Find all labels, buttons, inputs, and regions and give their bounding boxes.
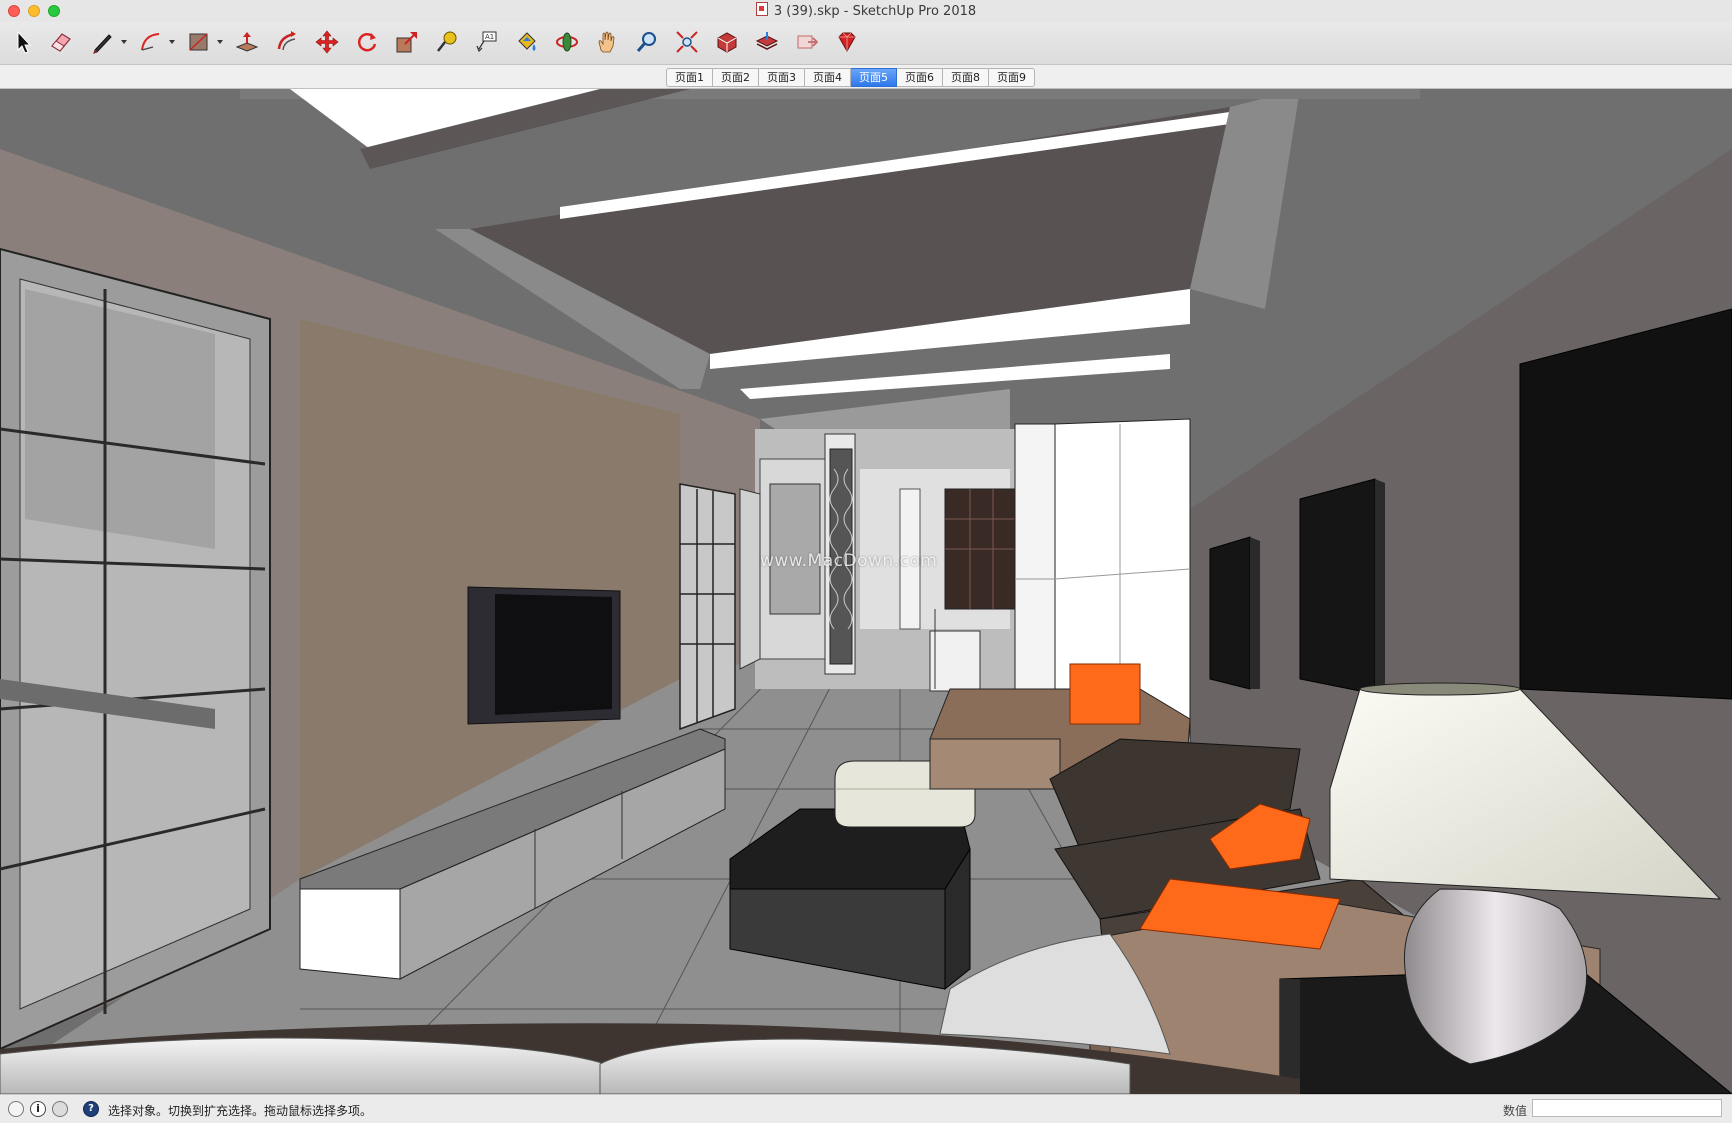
push-pull-tool[interactable] [232,27,262,57]
tab-page-8[interactable]: 页面8 [943,68,989,87]
extension-icon [797,35,819,49]
modeling-viewport[interactable]: www.MacDown.com [0,89,1732,1094]
measurements-label: 数值 [1503,1104,1528,1118]
interior-model-render [0,89,1732,1094]
scale-tool[interactable] [392,27,422,57]
arc-tool[interactable] [136,27,166,57]
scene-tabs-bar: 页面1 页面2 页面3 页面4 页面5 页面6 页面8 页面9 [0,65,1732,89]
magnifier-icon [636,32,656,52]
tab-page-1[interactable]: 页面1 [666,68,713,87]
tape-measure-tool[interactable] [432,27,462,57]
window-title-container: 3 (39).skp - SketchUp Pro 2018 [0,2,1732,19]
arrow-pointer-icon [17,30,32,54]
tab-page-5[interactable]: 页面5 [851,68,897,87]
pan-tool[interactable] [592,27,622,57]
tab-page-2[interactable]: 页面2 [713,68,759,87]
3d-warehouse-icon [717,32,737,53]
eraser-icon [51,33,71,52]
select-tool[interactable] [8,27,38,57]
zoom-extents-tool[interactable] [672,27,702,57]
share-model-tool[interactable] [752,27,782,57]
rotate-tool[interactable] [352,27,382,57]
document-icon [755,2,768,16]
main-toolbar: A1 [0,22,1732,65]
pencil-icon [93,34,112,54]
orbit-icon [556,32,578,52]
offset-tool[interactable] [272,27,302,57]
rectangle-icon [189,33,208,51]
pencil-tool[interactable] [88,27,118,57]
text-label-icon: A1 [476,31,497,53]
zoom-extents-icon [676,31,698,53]
tab-page-6[interactable]: 页面6 [897,68,943,87]
credits-info-icon[interactable]: i [30,1101,46,1117]
text-tool[interactable]: A1 [472,27,502,57]
push-pull-icon [235,32,259,52]
offset-icon [277,31,296,51]
warehouse-tool[interactable] [712,27,742,57]
ruby-gem-icon [838,32,856,53]
tape-measure-icon [437,31,457,52]
orbit-tool[interactable] [552,27,582,57]
svg-text:A1: A1 [485,33,494,41]
tab-page-3[interactable]: 页面3 [759,68,805,87]
watermark-text: www.MacDown.com [760,551,938,571]
move-tool[interactable] [312,27,342,57]
instructor-help-icon[interactable]: ? [83,1101,99,1117]
scale-icon [396,32,417,53]
sketchup-window: 3 (39).skp - SketchUp Pro 2018 A1 页面1 页面… [0,0,1732,1123]
title-bar: 3 (39).skp - SketchUp Pro 2018 [0,0,1732,22]
hand-icon [598,31,615,53]
status-message: 选择对象。切换到扩充选择。拖动鼠标选择多项。 [108,1104,373,1118]
window-title: 3 (39).skp - SketchUp Pro 2018 [773,4,977,19]
rotate-icon [357,33,377,52]
zoom-tool[interactable] [632,27,662,57]
paint-bucket-tool[interactable] [512,27,542,57]
move-arrows-icon [315,30,339,54]
arc-icon [141,33,160,51]
eraser-tool[interactable] [46,27,76,57]
status-bar: i ? 选择对象。切换到扩充选择。拖动鼠标选择多项。 数值 [0,1094,1732,1123]
share-model-icon [755,32,779,50]
rectangle-tool[interactable] [184,27,214,57]
ruby-console-tool[interactable] [832,27,862,57]
scene-tabs: 页面1 页面2 页面3 页面4 页面5 页面6 页面8 页面9 [666,68,1035,87]
measurements-input[interactable] [1532,1099,1722,1117]
tab-page-9[interactable]: 页面9 [989,68,1035,87]
paint-bucket-icon [518,32,536,51]
extension-warehouse-tool[interactable] [792,27,822,57]
user-account-icon[interactable] [52,1101,68,1117]
tab-page-4[interactable]: 页面4 [805,68,851,87]
geo-location-icon[interactable] [8,1101,24,1117]
